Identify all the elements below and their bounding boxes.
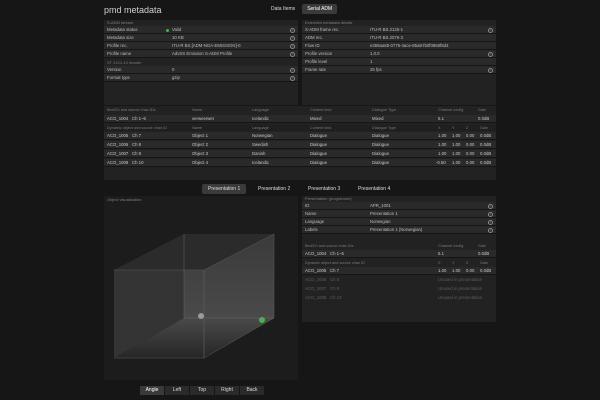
info-icon[interactable]: i <box>488 203 493 209</box>
row-presentation-labels: Labels Presentation 1 (Norwegian) i <box>302 226 496 234</box>
info-icon[interactable]: i <box>488 211 493 217</box>
info-icon[interactable]: i <box>488 219 493 225</box>
view-left-button[interactable]: Left <box>165 386 189 395</box>
sadm-stream-panel: S-ADM stream Metadata status Valid i Metad… <box>104 20 298 105</box>
view-back-button[interactable]: Back <box>240 386 264 395</box>
object-header-row: Dynamic object and source chan ID Name L… <box>104 125 496 131</box>
presentation-panel: Presentation (programme) ID APR_1001 i Nam… <box>302 196 496 322</box>
room-3d-view[interactable] <box>104 208 298 378</box>
viz-title: Object visualization <box>107 197 142 202</box>
table-row[interactable]: ACO_1004 Ch 1–6 verweerwer Icelandic Mix… <box>104 115 496 123</box>
tab-presentation-2[interactable]: Presentation 2 <box>252 184 296 194</box>
info-icon[interactable]: i <box>488 227 493 233</box>
table-row-unused: ACO_1007 Ch 9 Unused in presentation <box>305 286 483 291</box>
table-row[interactable]: ACO_1008 Ch 10 Object 4 Icelandic Dialogue Di… <box>104 159 496 167</box>
tab-presentation-3[interactable]: Presentation 3 <box>302 184 346 194</box>
view-right-button[interactable]: Right <box>215 386 239 395</box>
extended-metadata-panel: Extended metadata details S-ADM frame re… <box>302 20 496 105</box>
row-metadata-size: Metadata size 10 KB i <box>104 34 298 42</box>
info-icon[interactable]: i <box>488 27 493 33</box>
row-adm-rec: ADM rec. ITU-R BS.2076-3 <box>302 34 496 42</box>
tab-serial-adm[interactable]: Serial ADM <box>302 4 338 14</box>
row-profile-level: Profile level 1 <box>302 58 496 66</box>
tab-presentation-4[interactable]: Presentation 4 <box>352 184 396 194</box>
info-icon[interactable]: i <box>290 51 295 57</box>
object-visualization-panel: Object visualization <box>104 196 298 380</box>
table-row-unused: ACO_1008 Ch 10 Unused in presentation <box>305 295 483 300</box>
info-icon[interactable]: i <box>488 67 493 73</box>
table-row[interactable]: ACO_1004 Ch 1–6 5.1 0.0dB <box>302 250 496 258</box>
row-profile-name: Profile name AdvSS Emission S-ADM Profile… <box>104 50 298 58</box>
tab-presentation-1[interactable]: Presentation 1 <box>202 184 247 194</box>
bed-header-row: Bed/Ch and source chan IDs Name Language… <box>107 108 487 112</box>
row-metadata-status: Metadata status Valid i <box>104 26 298 34</box>
table-row[interactable]: ACO_1005 Ch 7 Object 1 Norwegian Dialogue Dia… <box>104 132 496 140</box>
row-presentation-id: ID APR_1001 i <box>302 202 496 210</box>
row-profile-version: Profile version 1.0.0 i <box>302 50 496 58</box>
table-row-unused: ACO_1006 Ch 8 Unused in presentation <box>305 277 483 282</box>
view-angle-button[interactable]: Angle <box>140 386 164 395</box>
object-marker[interactable] <box>259 317 265 323</box>
listener-position <box>198 313 204 319</box>
info-icon[interactable]: i <box>290 43 295 49</box>
page-title: pmd metadata <box>104 5 162 15</box>
row-frame-rate: Frame rate 25 fps i <box>302 66 496 74</box>
table-row[interactable]: ACO_1005 Ch 7 1.00 1.00 0.00 0.0dB <box>302 267 496 275</box>
row-sadm-frame-rec: S-ADM frame rec. ITU-R BS.2125-1 i <box>302 26 496 34</box>
view-top-button[interactable]: Top <box>190 386 214 395</box>
pres-bed-header-row: Bed/Ch and source chan IDs Channel confi… <box>305 244 487 248</box>
app-window: pmd metadata Data Items Serial ADM S-ADM… <box>0 0 600 400</box>
table-row[interactable]: ACO_1007 Ch 9 Object 3 Danish Dialogue Dialog… <box>104 150 496 158</box>
info-icon[interactable]: i <box>488 51 493 57</box>
info-icon[interactable]: i <box>290 35 295 41</box>
row-format-type: Format type gzip i <box>104 74 298 82</box>
view-button-group: Angle Left Top Right Back <box>140 386 264 395</box>
row-presentation-name: Name Presentation 1i <box>302 210 496 218</box>
row-version: Version 0 i <box>104 66 298 74</box>
row-profile-rec: Profile rec. ITU-R BS.[ADM-NGA-EMISSION]-… <box>104 42 298 50</box>
row-flow-id: Flow ID e369aa65-0775-4ace-85a8-f50f0868f… <box>302 42 496 50</box>
row-presentation-language: Language Norwegian i <box>302 218 496 226</box>
info-icon[interactable]: i <box>290 27 295 33</box>
status-dot <box>166 28 169 32</box>
pres-object-header-row: Dynamic object and source chan ID X Y Z … <box>305 261 489 265</box>
table-row[interactable]: ACO_1006 Ch 8 Object 2 Swedish Dialogue Dialo… <box>104 141 496 149</box>
content-table: Bed/Ch and source chan IDs Name Language… <box>104 106 496 180</box>
top-tab-bar: Data Items Serial ADM <box>266 4 338 14</box>
tab-data-items[interactable]: Data Items <box>266 4 300 14</box>
info-icon[interactable]: i <box>290 75 295 81</box>
info-icon[interactable]: i <box>290 67 295 73</box>
